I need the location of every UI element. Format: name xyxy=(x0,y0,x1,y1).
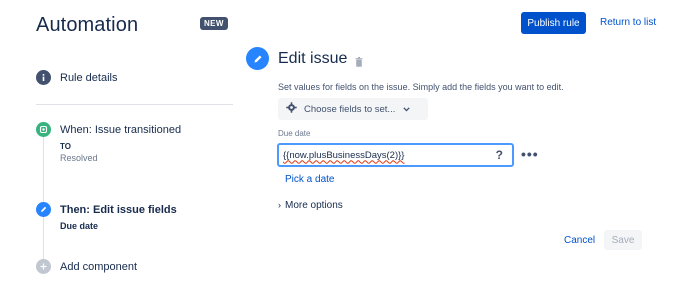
cancel-button[interactable]: Cancel xyxy=(564,235,595,246)
panel-title: Edit issue xyxy=(278,50,348,67)
choose-fields-button[interactable]: Choose fields to set... xyxy=(278,98,428,120)
chevron-right-icon: › xyxy=(278,200,281,210)
pick-a-date-link[interactable]: Pick a date xyxy=(285,174,334,185)
new-badge: NEW xyxy=(200,17,228,30)
gear-icon xyxy=(286,102,297,116)
trigger-to-value: Resolved xyxy=(60,153,98,163)
rule-details-label: Rule details xyxy=(60,71,118,84)
chevron-down-icon xyxy=(403,104,411,115)
info-icon xyxy=(36,70,51,85)
add-component-item[interactable]: Add component xyxy=(36,259,137,274)
trigger-icon xyxy=(36,122,51,137)
help-icon[interactable]: ? xyxy=(496,148,503,162)
panel-description: Set values for fields on the issue. Simp… xyxy=(278,82,564,92)
app-title: Automation xyxy=(36,14,139,36)
trash-icon[interactable] xyxy=(355,54,363,72)
divider xyxy=(36,104,233,105)
action-field: Due date xyxy=(60,221,99,231)
due-date-value: {{now.plusBusinessDays(2)}} xyxy=(283,149,405,161)
rule-details-item[interactable]: Rule details xyxy=(36,70,117,85)
more-icon[interactable]: ••• xyxy=(521,146,539,162)
trigger-label: When: Issue transitioned xyxy=(60,123,182,136)
add-icon xyxy=(36,259,51,274)
action-item[interactable]: Then: Edit issue fields Due date xyxy=(36,202,177,231)
trigger-item[interactable]: When: Issue transitioned TO Resolved xyxy=(36,122,181,163)
publish-rule-button[interactable]: Publish rule xyxy=(521,12,586,34)
trigger-to-label: TO xyxy=(60,142,71,151)
add-component-label: Add component xyxy=(60,260,138,273)
return-to-list-link[interactable]: Return to list xyxy=(600,17,656,28)
save-button[interactable]: Save xyxy=(604,230,642,250)
choose-fields-label: Choose fields to set... xyxy=(304,103,396,115)
due-date-input[interactable]: {{now.plusBusinessDays(2)}} ? xyxy=(277,143,514,167)
more-options-label: More options xyxy=(285,200,343,211)
edit-issue-icon xyxy=(246,47,269,70)
edit-icon xyxy=(36,202,51,217)
action-label: Then: Edit issue fields xyxy=(60,203,177,216)
more-options-toggle[interactable]: › More options xyxy=(278,200,343,211)
due-date-label: Due date xyxy=(278,129,311,138)
